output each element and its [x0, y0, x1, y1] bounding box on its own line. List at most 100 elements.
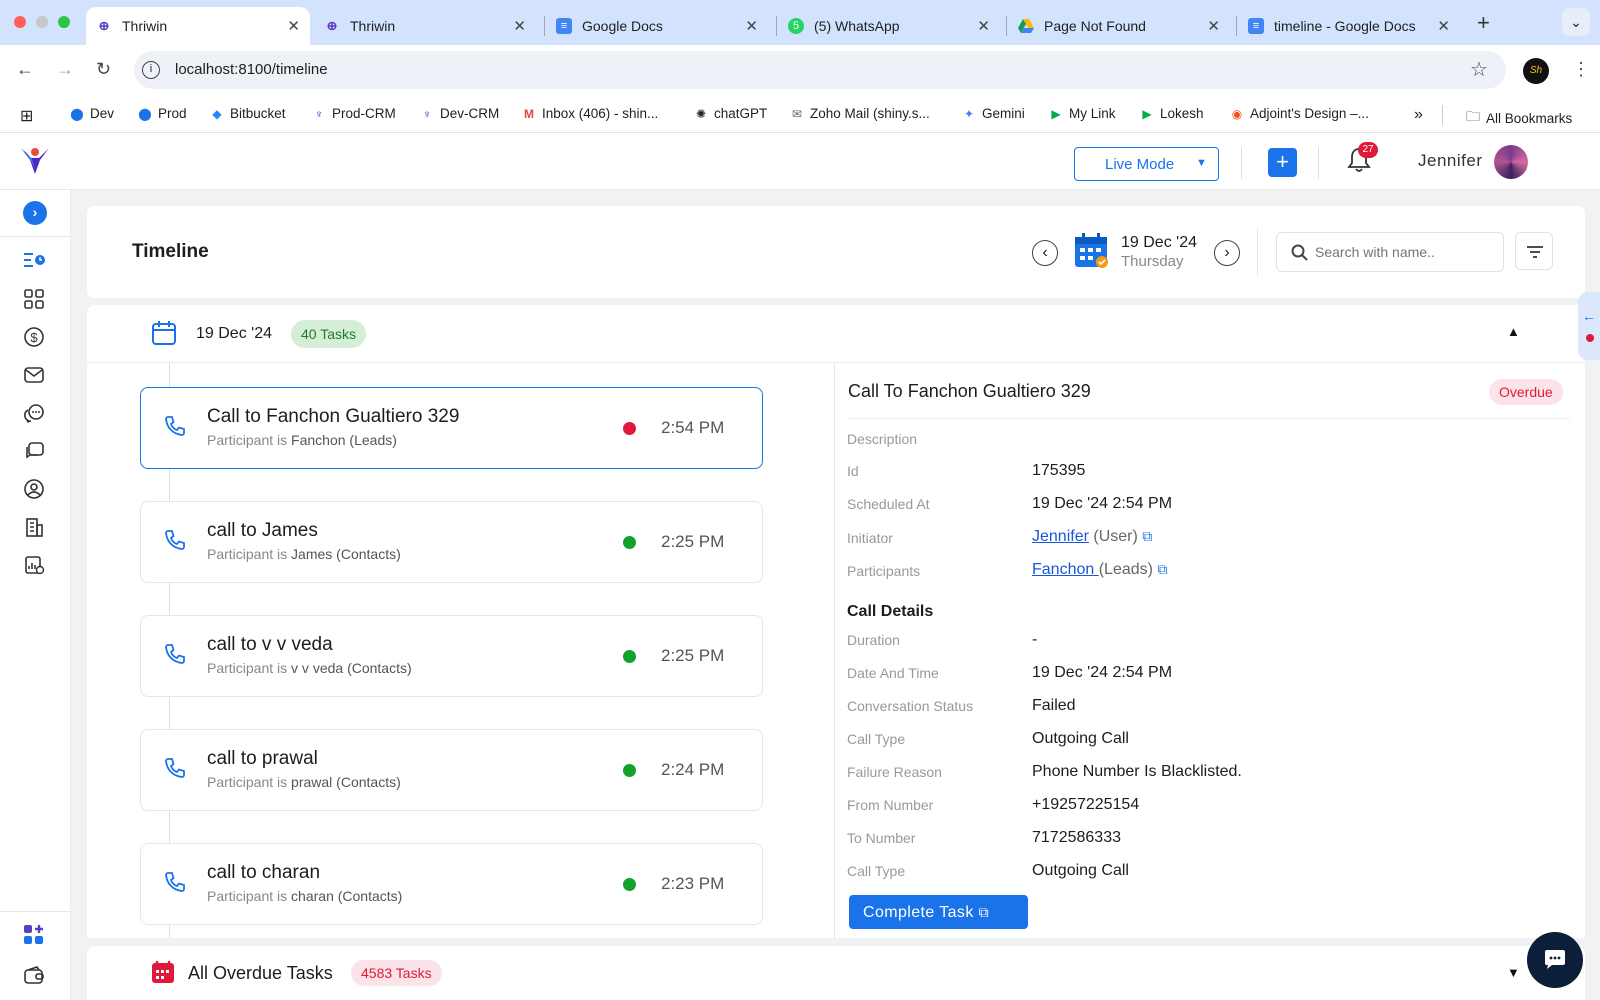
sidebar-item-timeline[interactable] — [22, 248, 46, 272]
filter-icon — [1527, 246, 1543, 258]
page-title: Timeline — [132, 241, 209, 262]
bookmarks-overflow-icon[interactable]: » — [1414, 106, 1423, 124]
minimize-window-button[interactable] — [36, 16, 48, 28]
bookmark-zoho-mail[interactable]: ✉ Zoho Mail (shiny.s... — [790, 106, 930, 121]
browser-tab-thriwin[interactable]: ⴲ Thriwin ✕ — [314, 7, 536, 45]
new-tab-icon[interactable]: + — [1477, 10, 1490, 36]
bookmark-prod[interactable]: ⬤ Prod — [138, 106, 186, 121]
browser-tab-page-not-found[interactable]: Page Not Found ✕ — [1008, 7, 1230, 45]
bookmark-inbox[interactable]: M Inbox (406) - shin... — [522, 106, 658, 121]
mode-select[interactable]: Live Mode ▼ — [1074, 147, 1219, 181]
bookmark-gemini[interactable]: ✦ Gemini — [962, 106, 1025, 121]
task-card[interactable]: call to prawal Participant is prawal (Co… — [140, 729, 763, 811]
browser-tab-bar: ⴲ Thriwin ✕ ⴲ Thriwin ✕ ≡ Google Docs ✕ … — [0, 0, 1600, 45]
participant-name: James (Contacts) — [291, 546, 401, 562]
site-info-icon[interactable]: i — [142, 61, 160, 79]
close-tab-icon[interactable]: ✕ — [1207, 17, 1220, 35]
header-divider — [1318, 147, 1319, 179]
next-date-button[interactable]: › — [1214, 240, 1240, 266]
participant-prefix: Participant is — [207, 888, 288, 904]
tab-search-chevron-icon[interactable]: ⌄ — [1562, 8, 1590, 36]
all-bookmarks[interactable]: 🗀 All Bookmarks — [1466, 106, 1572, 130]
apps-grid-icon[interactable]: ⊞ — [20, 106, 33, 126]
user-circle-icon — [24, 479, 44, 499]
close-tab-icon[interactable]: ✕ — [977, 17, 990, 35]
bookmark-dev-crm[interactable]: ♆ Dev-CRM — [420, 106, 500, 121]
search-box[interactable] — [1276, 232, 1504, 272]
user-avatar[interactable] — [1494, 145, 1528, 179]
maximize-window-button[interactable] — [58, 16, 70, 28]
initiator-link[interactable]: Jennifer — [1032, 528, 1089, 545]
bookmark-star-icon[interactable]: ☆ — [1470, 57, 1488, 82]
bookmark-chatgpt[interactable]: ✺ chatGPT — [694, 106, 767, 121]
close-tab-icon[interactable]: ✕ — [287, 17, 300, 35]
date-time-label: Date And Time — [847, 665, 939, 681]
add-button[interactable]: + — [1268, 148, 1297, 177]
chat-support-button[interactable] — [1527, 932, 1583, 988]
bookmark-adjoint-design[interactable]: ◉ Adjoint's Design –... — [1230, 106, 1369, 121]
notifications-button[interactable]: 27 — [1346, 142, 1378, 176]
google-docs-icon: ≡ — [556, 18, 572, 34]
bookmark-my-link[interactable]: ▶ My Link — [1049, 106, 1115, 121]
side-drawer-tab[interactable]: ← — [1578, 292, 1600, 360]
task-time: 2:23 PM — [661, 874, 725, 893]
close-tab-icon[interactable]: ✕ — [745, 17, 758, 35]
bookmark-label: Zoho Mail (shiny.s... — [810, 106, 930, 121]
tab-label: Google Docs — [582, 18, 663, 34]
thriwin-logo-icon[interactable] — [18, 144, 52, 178]
overdue-group-card[interactable]: All Overdue Tasks 4583 Tasks ▼ — [87, 946, 1585, 1000]
profile-avatar[interactable]: Sh — [1523, 58, 1549, 84]
external-link-icon[interactable]: ⧉ — [1157, 561, 1167, 577]
browser-tab-timeline-docs[interactable]: ≡ timeline - Google Docs ✕ — [1238, 7, 1460, 45]
calendar-icon[interactable] — [1073, 232, 1111, 270]
address-bar[interactable]: i localhost:8100/timeline ☆ — [134, 51, 1506, 89]
participant-link[interactable]: Fanchon — [1032, 561, 1099, 578]
bookmark-prod-crm[interactable]: ♆ Prod-CRM — [312, 106, 396, 121]
sidebar-item-conversations[interactable] — [22, 401, 46, 425]
close-window-button[interactable] — [14, 16, 26, 28]
bookmark-lokesh[interactable]: ▶ Lokesh — [1140, 106, 1203, 121]
tab-label: timeline - Google Docs — [1274, 18, 1416, 34]
sidebar-item-contacts[interactable] — [22, 477, 46, 501]
complete-task-button[interactable]: Complete Task ⧉ — [849, 895, 1028, 929]
sidebar-divider — [0, 911, 70, 912]
bookmark-bitbucket[interactable]: ◆ Bitbucket — [210, 106, 285, 121]
back-arrow-icon[interactable]: ← — [16, 59, 34, 80]
url-text: localhost:8100/timeline — [175, 61, 328, 78]
sidebar-item-wallet[interactable] — [22, 963, 46, 987]
browser-menu-icon[interactable]: ⋮ — [1572, 59, 1590, 80]
task-card-selected[interactable]: Call to Fanchon Gualtiero 329 Participan… — [140, 387, 763, 469]
search-input[interactable] — [1315, 241, 1495, 263]
external-link-icon[interactable]: ⧉ — [1142, 528, 1152, 544]
task-card[interactable]: call to v v veda Participant is v v veda… — [140, 615, 763, 697]
browser-tab-google-docs[interactable]: ≡ Google Docs ✕ — [546, 7, 768, 45]
sidebar-item-deals[interactable]: $ — [22, 325, 46, 349]
sidebar-item-reports-settings[interactable] — [22, 553, 46, 577]
sidebar-item-apps[interactable] — [22, 923, 46, 947]
task-card[interactable]: call to charan Participant is charan (Co… — [140, 843, 763, 925]
sidebar-item-messages[interactable] — [22, 439, 46, 463]
forward-arrow-icon[interactable]: → — [56, 59, 74, 80]
previous-date-button[interactable]: ‹ — [1032, 240, 1058, 266]
user-name[interactable]: Jennifer — [1418, 151, 1482, 171]
timeline-icon — [24, 253, 45, 267]
sidebar-item-companies[interactable] — [22, 515, 46, 539]
overdue-badge: Overdue — [1489, 379, 1563, 405]
browser-tab-whatsapp[interactable]: 5 (5) WhatsApp ✕ — [778, 7, 1000, 45]
sidebar-item-mail[interactable] — [22, 363, 46, 387]
expand-caret-down-icon[interactable]: ▼ — [1507, 965, 1520, 980]
task-card[interactable]: call to James Participant is James (Cont… — [140, 501, 763, 583]
close-tab-icon[interactable]: ✕ — [1437, 17, 1450, 35]
expand-sidebar-button[interactable]: › — [23, 201, 47, 225]
filter-button[interactable] — [1515, 232, 1553, 270]
browser-tab-thriwin-active[interactable]: ⴲ Thriwin ✕ — [86, 7, 310, 45]
bookmark-dev[interactable]: ⬤ Dev — [70, 106, 114, 121]
initiator-value: Jennifer (User) ⧉ — [1032, 528, 1152, 546]
complete-task-label: Complete Task — [863, 904, 974, 921]
collapse-caret-up-icon[interactable]: ▲ — [1507, 324, 1520, 339]
close-tab-icon[interactable]: ✕ — [513, 17, 526, 35]
reload-icon[interactable]: ↻ — [96, 59, 111, 80]
meet-icon: ▶ — [1142, 106, 1152, 121]
to-number-value: 7172586333 — [1032, 829, 1121, 846]
sidebar-item-dashboard[interactable] — [22, 287, 46, 311]
